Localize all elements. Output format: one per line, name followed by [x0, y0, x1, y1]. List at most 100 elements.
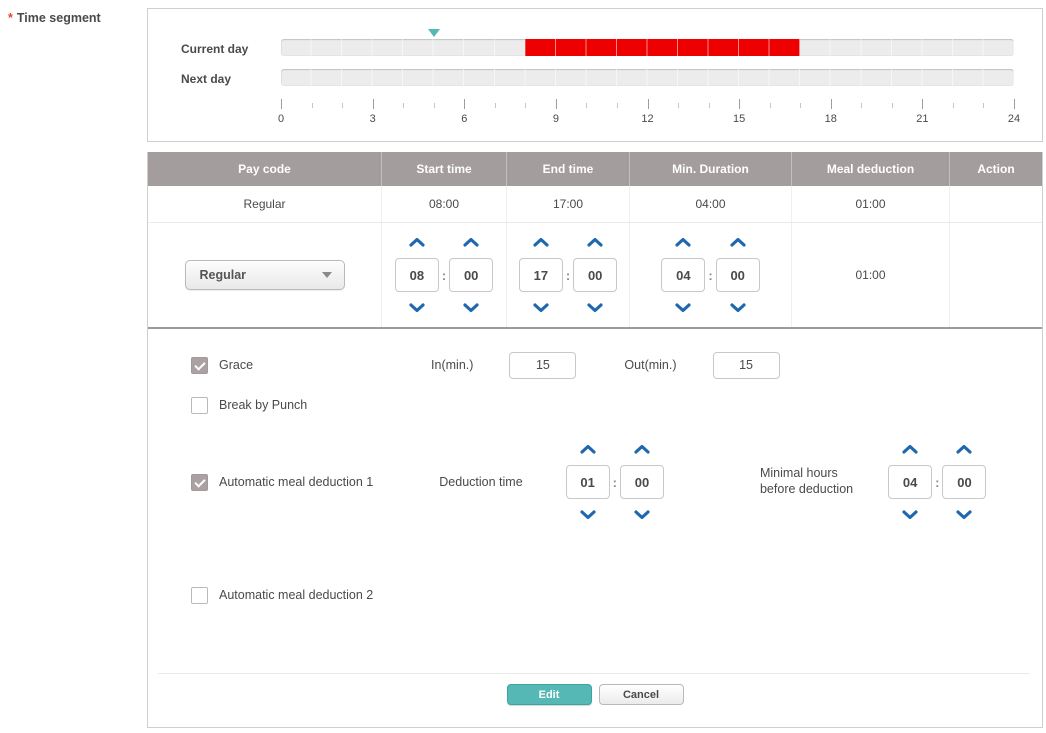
- end-minute-input[interactable]: [573, 258, 617, 292]
- time-segment-field-label: * Time segment: [8, 11, 101, 25]
- deduction-time-stepper-pair: :: [566, 444, 664, 520]
- axis-tick-label: 9: [553, 113, 559, 125]
- end-hour-input[interactable]: [519, 258, 563, 292]
- minimal-hours-stepper-pair: :: [888, 444, 986, 520]
- edit-row: Regular :: [148, 223, 1042, 329]
- chevron-down-icon[interactable]: [730, 303, 746, 313]
- row-end-time: 17:00: [507, 186, 630, 222]
- duration-hour-stepper: [661, 237, 705, 313]
- minimal-hours-label-line2: before deduction: [760, 482, 853, 498]
- auto-meal-deduction-2-row: Automatic meal deduction 2: [148, 581, 1042, 609]
- grace-label: Grace: [219, 358, 253, 372]
- row-action: [950, 186, 1042, 222]
- pay-code-select[interactable]: Regular: [185, 260, 345, 290]
- table-row: Regular 08:00 17:00 04:00 01:00: [148, 186, 1042, 223]
- start-hour-stepper: [395, 237, 439, 313]
- timeline-hour-axis: 03691215182124: [281, 99, 1014, 133]
- timeline-marker-layer: [281, 29, 1014, 38]
- chevron-down-icon[interactable]: [580, 510, 596, 520]
- chevron-down-icon[interactable]: [956, 510, 972, 520]
- edit-action-cell: [950, 223, 1042, 327]
- axis-tick-label: 18: [825, 113, 837, 125]
- button-row: Edit Cancel: [148, 684, 1042, 705]
- auto-meal-deduction-2-checkbox[interactable]: [191, 587, 208, 604]
- chevron-down-icon[interactable]: [675, 303, 691, 313]
- chevron-down-icon[interactable]: [463, 303, 479, 313]
- grace-checkbox[interactable]: [191, 357, 208, 374]
- start-time-stepper-pair: :: [395, 237, 493, 313]
- chevron-up-icon[interactable]: [533, 237, 549, 247]
- chevron-up-icon[interactable]: [409, 237, 425, 247]
- auto-meal-deduction-1-label: Automatic meal deduction 1: [219, 475, 373, 489]
- column-header-action: Action: [950, 152, 1042, 186]
- axis-tick-label: 6: [461, 113, 467, 125]
- min-hours-minute-input[interactable]: [942, 465, 986, 499]
- min-hours-hour-input[interactable]: [888, 465, 932, 499]
- chevron-down-icon[interactable]: [902, 510, 918, 520]
- minimal-hours-label-line1: Minimal hours: [760, 466, 853, 482]
- start-minute-stepper: [449, 237, 493, 313]
- deduction-hour-input[interactable]: [566, 465, 610, 499]
- column-header-end-time: End time: [507, 152, 630, 186]
- dropdown-arrow-icon: [322, 272, 332, 278]
- chevron-up-icon[interactable]: [587, 237, 603, 247]
- min-hours-minute-stepper: [942, 444, 986, 520]
- start-minute-input[interactable]: [449, 258, 493, 292]
- row-pay-code: Regular: [148, 186, 382, 222]
- row-min-duration: 04:00: [630, 186, 792, 222]
- time-colon: :: [708, 268, 712, 283]
- chevron-up-icon[interactable]: [902, 444, 918, 454]
- auto-meal-deduction-1-checkbox[interactable]: [191, 474, 208, 491]
- grace-out-label: Out(min.): [624, 358, 676, 372]
- field-label-text: Time segment: [17, 11, 101, 25]
- row-start-time: 08:00: [382, 186, 507, 222]
- minimal-hours-label: Minimal hours before deduction: [760, 466, 853, 497]
- axis-tick-label: 21: [916, 113, 928, 125]
- duration-minute-input[interactable]: [716, 258, 760, 292]
- time-colon: :: [442, 268, 446, 283]
- end-minute-stepper: [573, 237, 617, 313]
- chevron-down-icon[interactable]: [533, 303, 549, 313]
- start-hour-input[interactable]: [395, 258, 439, 292]
- duration-minute-stepper: [716, 237, 760, 313]
- chevron-up-icon[interactable]: [730, 237, 746, 247]
- options-form: Grace In(min.) Out(min.) Break by Punch …: [148, 329, 1042, 726]
- current-day-bar: [281, 39, 1014, 56]
- deduction-time-label: Deduction time: [439, 475, 522, 489]
- chevron-up-icon[interactable]: [956, 444, 972, 454]
- min-hours-hour-stepper: [888, 444, 932, 520]
- chevron-down-icon[interactable]: [409, 303, 425, 313]
- chevron-down-icon[interactable]: [634, 510, 650, 520]
- column-header-pay-code: Pay code: [148, 152, 382, 186]
- next-day-label: Next day: [181, 72, 231, 86]
- chevron-up-icon[interactable]: [463, 237, 479, 247]
- deduction-minute-stepper: [620, 444, 664, 520]
- chevron-up-icon[interactable]: [580, 444, 596, 454]
- axis-tick-label: 3: [370, 113, 376, 125]
- axis-tick-label: 15: [733, 113, 745, 125]
- timeline-panel: Current day Next day 03691215182124: [147, 8, 1043, 142]
- table-header-row: Pay code Start time End time Min. Durati…: [148, 152, 1042, 186]
- auto-meal-deduction-1-row: Automatic meal deduction 1 Deduction tim…: [148, 435, 1042, 529]
- chevron-down-icon[interactable]: [587, 303, 603, 313]
- required-marker: *: [8, 11, 13, 25]
- edit-meal-deduction-value: 01:00: [855, 268, 885, 282]
- button-divider: [158, 673, 1030, 674]
- edit-button[interactable]: Edit: [507, 684, 592, 705]
- grace-in-input[interactable]: [509, 352, 576, 379]
- break-by-punch-checkbox[interactable]: [191, 397, 208, 414]
- column-header-start-time: Start time: [382, 152, 507, 186]
- auto-meal-deduction-2-label: Automatic meal deduction 2: [219, 588, 373, 602]
- axis-tick-label: 0: [278, 113, 284, 125]
- time-segment-panel: Pay code Start time End time Min. Durati…: [147, 152, 1043, 728]
- chevron-up-icon[interactable]: [634, 444, 650, 454]
- deduction-minute-input[interactable]: [620, 465, 664, 499]
- duration-hour-input[interactable]: [661, 258, 705, 292]
- grace-out-input[interactable]: [713, 352, 780, 379]
- end-hour-stepper: [519, 237, 563, 313]
- page: *Time segment Current day Next day 03691…: [0, 0, 1046, 733]
- chevron-up-icon[interactable]: [675, 237, 691, 247]
- time-colon: :: [935, 475, 939, 490]
- pay-code-selected-value: Regular: [200, 268, 322, 282]
- cancel-button[interactable]: Cancel: [599, 684, 684, 705]
